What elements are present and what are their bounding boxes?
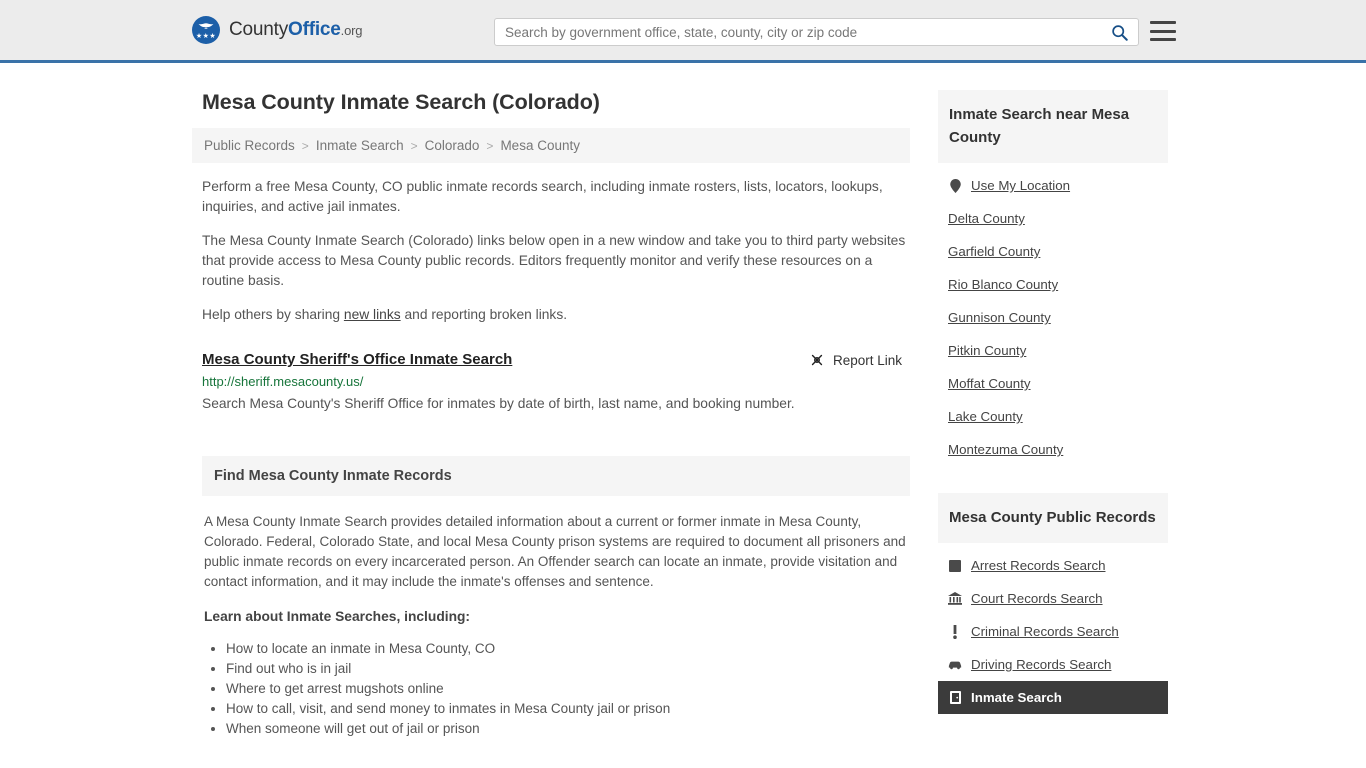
share-text-after: and reporting broken links. xyxy=(400,307,568,322)
filled-square-icon xyxy=(948,559,962,573)
door-icon xyxy=(948,691,962,705)
exclamation-icon xyxy=(948,624,962,639)
page-body: Mesa County Inmate Search (Colorado) Pub… xyxy=(0,63,1366,739)
sidebar-item-label: Moffat County xyxy=(948,376,1031,391)
brand-wordmark: CountyOffice.org xyxy=(229,19,362,41)
public-records-box: Mesa County Public Records Arrest Record… xyxy=(938,493,1168,714)
site-header: ★★★ CountyOffice.org xyxy=(0,0,1366,63)
share-text-before: Help others by sharing xyxy=(202,307,344,322)
breadcrumb-item-mesa-county[interactable]: Mesa County xyxy=(500,138,580,153)
sidebar: Inmate Search near Mesa County Use My Lo… xyxy=(938,63,1168,739)
sidebar-item-label: Inmate Search xyxy=(971,690,1062,705)
search-bar xyxy=(494,18,1139,46)
brand-part-org: .org xyxy=(340,23,363,38)
search-icon xyxy=(1111,24,1128,41)
search-button[interactable] xyxy=(1100,19,1138,45)
sidebar-item-label: Pitkin County xyxy=(948,343,1027,358)
nearby-list: Use My Location Delta County Garfield Co… xyxy=(938,163,1168,466)
sidebar-item-lake-county[interactable]: Lake County xyxy=(938,400,1168,433)
sidebar-item-label: Montezuma County xyxy=(948,442,1064,457)
brand-part-county: County xyxy=(229,19,289,40)
sidebar-item-label: Gunnison County xyxy=(948,310,1051,325)
eagle-glyph xyxy=(198,23,214,29)
menu-bar-1 xyxy=(1150,21,1176,24)
sidebar-item-use-my-location[interactable]: Use My Location xyxy=(938,169,1168,202)
nearby-heading: Inmate Search near Mesa County xyxy=(938,90,1168,163)
breadcrumb-separator: > xyxy=(410,138,418,153)
page-title: Mesa County Inmate Search (Colorado) xyxy=(202,90,600,114)
result-description: Search Mesa County's Sheriff Office for … xyxy=(202,396,795,411)
sidebar-item-criminal-records-search[interactable]: Criminal Records Search xyxy=(938,615,1168,648)
map-pin-icon xyxy=(948,178,962,193)
result-title-link[interactable]: Mesa County Sheriff's Office Inmate Sear… xyxy=(202,351,512,368)
list-item: When someone will get out of jail or pri… xyxy=(226,719,908,739)
sidebar-item-arrest-records-search[interactable]: Arrest Records Search xyxy=(938,549,1168,582)
sidebar-item-rio-blanco-county[interactable]: Rio Blanco County xyxy=(938,268,1168,301)
sidebar-item-label: Lake County xyxy=(948,409,1023,424)
sidebar-item-moffat-county[interactable]: Moffat County xyxy=(938,367,1168,400)
records-bullet-list: How to locate an inmate in Mesa County, … xyxy=(226,639,908,739)
list-item: Find out who is in jail xyxy=(226,659,908,679)
stars-glyph: ★★★ xyxy=(195,33,217,40)
sidebar-item-label: Rio Blanco County xyxy=(948,277,1059,292)
breadcrumb-item-inmate-search[interactable]: Inmate Search xyxy=(316,138,404,153)
sidebar-item-label: Use My Location xyxy=(971,178,1071,193)
menu-bar-3 xyxy=(1150,38,1176,41)
sidebar-item-pitkin-county[interactable]: Pitkin County xyxy=(938,334,1168,367)
result-item: Mesa County Sheriff's Office Inmate Sear… xyxy=(202,351,910,413)
public-records-list: Arrest Records Search Court Records Sear… xyxy=(938,543,1168,714)
sidebar-item-inmate-search[interactable]: Inmate Search xyxy=(938,681,1168,714)
broken-link-icon xyxy=(811,354,823,366)
records-paragraph: A Mesa County Inmate Search provides det… xyxy=(204,514,906,589)
list-item: How to call, visit, and send money to in… xyxy=(226,699,908,719)
report-link-label: Report Link xyxy=(832,352,902,368)
sidebar-item-label: Criminal Records Search xyxy=(971,624,1119,639)
list-item: How to locate an inmate in Mesa County, … xyxy=(226,639,908,659)
breadcrumb-separator: > xyxy=(486,138,494,153)
eagle-seal-icon: ★★★ xyxy=(192,16,220,44)
car-icon xyxy=(948,658,962,672)
main-content: Mesa County Inmate Search (Colorado) Pub… xyxy=(192,63,910,739)
hamburger-menu-icon[interactable] xyxy=(1150,19,1176,43)
sidebar-item-gunnison-county[interactable]: Gunnison County xyxy=(938,301,1168,334)
list-item: Where to get arrest mugshots online xyxy=(226,679,908,699)
breadcrumb-item-colorado[interactable]: Colorado xyxy=(425,138,480,153)
intro-paragraph-2: The Mesa County Inmate Search (Colorado)… xyxy=(202,233,906,288)
sidebar-item-court-records-search[interactable]: Court Records Search xyxy=(938,582,1168,615)
menu-bar-2 xyxy=(1150,29,1176,33)
search-input[interactable] xyxy=(495,19,1100,45)
breadcrumb-separator: > xyxy=(301,138,309,153)
intro-paragraph-1: Perform a free Mesa County, CO public in… xyxy=(202,179,883,214)
sidebar-item-label: Driving Records Search xyxy=(971,657,1112,672)
new-links-link[interactable]: new links xyxy=(344,307,401,322)
site-logo-link[interactable]: ★★★ CountyOffice.org xyxy=(192,16,362,44)
sidebar-item-driving-records-search[interactable]: Driving Records Search xyxy=(938,648,1168,681)
records-section: Find Mesa County Inmate Records A Mesa C… xyxy=(202,456,910,739)
breadcrumb-item-public-records[interactable]: Public Records xyxy=(204,138,295,153)
sidebar-item-label: Garfield County xyxy=(948,244,1041,259)
sidebar-item-delta-county[interactable]: Delta County xyxy=(938,202,1168,235)
sidebar-item-label: Court Records Search xyxy=(971,591,1103,606)
sidebar-item-label: Arrest Records Search xyxy=(971,558,1106,573)
nearby-inmate-search-box: Inmate Search near Mesa County Use My Lo… xyxy=(938,90,1168,466)
sidebar-item-garfield-county[interactable]: Garfield County xyxy=(938,235,1168,268)
records-subheading: Learn about Inmate Searches, including: xyxy=(204,609,471,624)
result-url[interactable]: http://sheriff.mesacounty.us/ xyxy=(202,374,910,389)
records-section-heading: Find Mesa County Inmate Records xyxy=(202,456,910,496)
courthouse-icon xyxy=(948,592,962,606)
breadcrumb: Public Records > Inmate Search > Colorad… xyxy=(192,128,910,163)
sidebar-item-label: Delta County xyxy=(948,211,1025,226)
records-section-body: A Mesa County Inmate Search provides det… xyxy=(202,496,910,739)
brand-part-office: Office xyxy=(288,19,341,40)
sidebar-item-montezuma-county[interactable]: Montezuma County xyxy=(938,433,1168,466)
intro-paragraph-3: Help others by sharing new links and rep… xyxy=(202,305,910,325)
report-link-button[interactable]: Report Link xyxy=(809,352,902,368)
public-records-heading: Mesa County Public Records xyxy=(938,493,1168,543)
